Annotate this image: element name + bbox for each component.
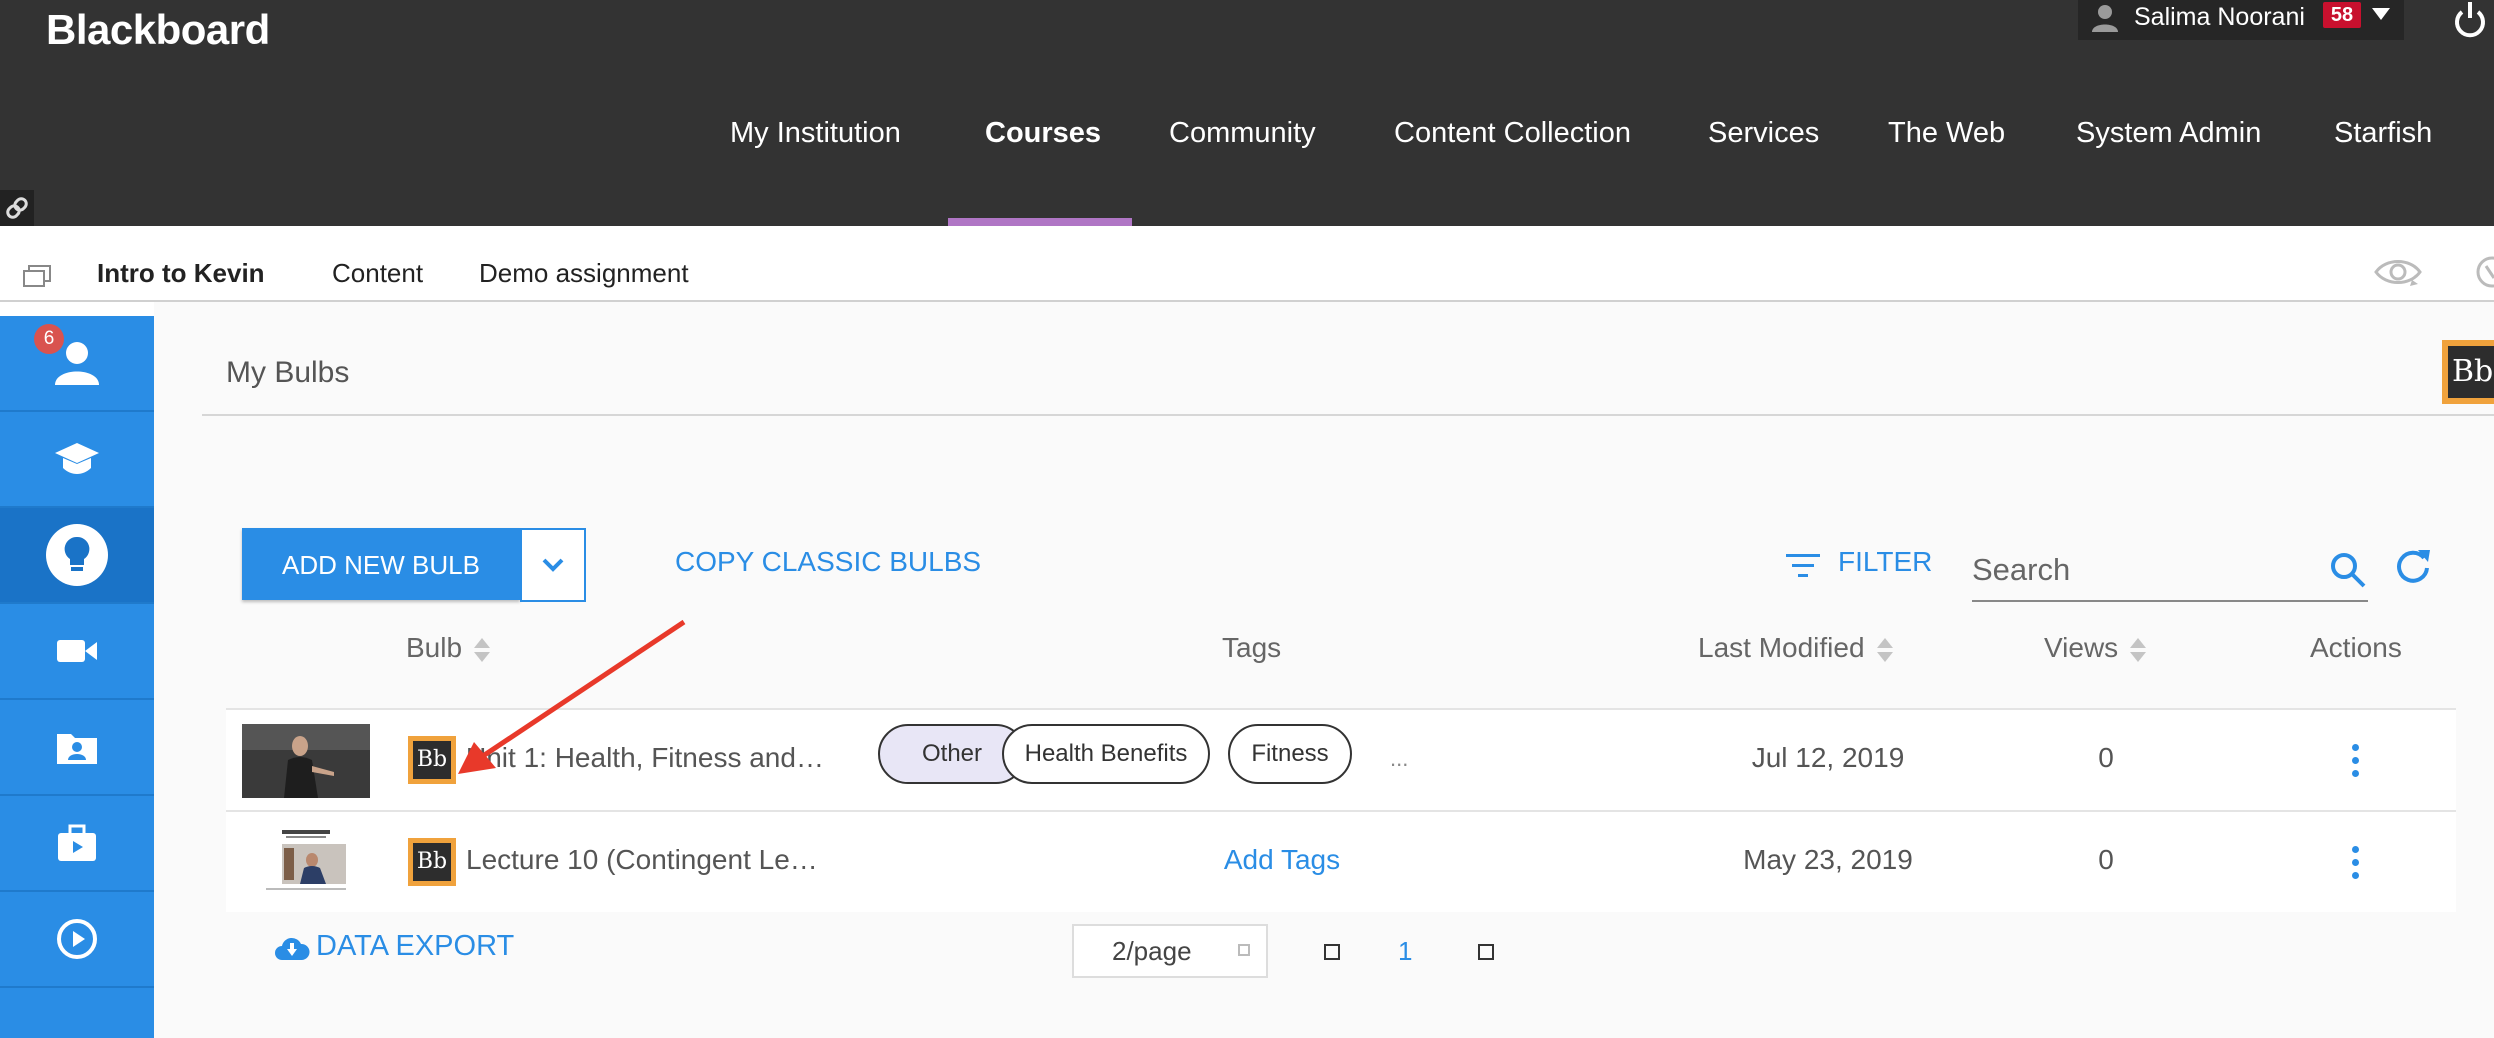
- page-size-value: 2/page: [1112, 936, 1192, 966]
- tag-chip-fitness[interactable]: Fitness: [1228, 724, 1352, 784]
- chevron-down-icon: [542, 558, 564, 572]
- bulb-thumbnail[interactable]: [242, 724, 370, 798]
- next-page-button[interactable]: [1478, 944, 1494, 960]
- table-row[interactable]: Bb Lecture 10 (Contingent Le… Add Tags M…: [226, 810, 2456, 912]
- nav-community[interactable]: Community: [1169, 108, 1316, 158]
- course-menu-toggle-icon[interactable]: [22, 264, 52, 288]
- breadcrumb-demo-assignment[interactable]: Demo assignment: [479, 258, 689, 289]
- sidebar-item-courses[interactable]: [0, 412, 154, 508]
- column-header-views[interactable]: Views: [2044, 632, 2147, 664]
- last-modified-date: May 23, 2019: [1743, 844, 1913, 875]
- nav-system-admin[interactable]: System Admin: [2076, 108, 2261, 158]
- more-tags[interactable]: ...: [1390, 746, 1408, 772]
- sidebar-item-play[interactable]: [0, 892, 154, 988]
- user-avatar-icon: [2092, 5, 2118, 32]
- power-icon[interactable]: [2450, 0, 2490, 40]
- add-bulb-dropdown-button[interactable]: [520, 528, 586, 602]
- add-new-bulb-button[interactable]: ADD NEW BULB: [242, 528, 520, 600]
- cloud-download-icon[interactable]: [274, 936, 310, 962]
- video-camera-icon: [57, 640, 97, 662]
- link-icon[interactable]: [0, 190, 34, 226]
- copy-classic-bulbs-link[interactable]: COPY CLASSIC BULBS: [675, 546, 981, 578]
- divider: [202, 414, 2494, 416]
- bulb-title-link[interactable]: Lecture 10 (Contingent Le…: [466, 844, 818, 876]
- filter-button[interactable]: FILTER: [1838, 546, 1932, 578]
- page-number[interactable]: 1: [1398, 936, 1412, 967]
- sidebar-item-profile[interactable]: [0, 316, 154, 412]
- play-circle-icon: [57, 919, 97, 959]
- sort-icon: [1876, 637, 1893, 663]
- bulb-thumbnail[interactable]: [242, 826, 370, 900]
- tools-sidebar: [0, 316, 154, 1038]
- column-header-actions: Actions: [2310, 632, 2402, 663]
- nav-my-institution[interactable]: My Institution: [730, 108, 901, 158]
- nav-the-web[interactable]: The Web: [1888, 108, 2005, 158]
- blackboard-logo[interactable]: Blackboard: [46, 6, 270, 54]
- nav-courses[interactable]: Courses: [985, 108, 1101, 158]
- more-actions-icon[interactable]: [2352, 744, 2360, 778]
- views-count: 0: [2098, 742, 2114, 773]
- more-actions-icon[interactable]: [2352, 846, 2360, 880]
- sidebar-item-briefcase[interactable]: [0, 796, 154, 892]
- active-tab-indicator: [948, 218, 1132, 226]
- column-header-last-modified[interactable]: Last Modified: [1698, 632, 1893, 664]
- graduation-cap-icon: [55, 443, 99, 474]
- sidebar-item-folder[interactable]: [0, 700, 154, 796]
- annotation-arrow-icon: [458, 619, 686, 774]
- tag-chip-health-benefits[interactable]: Health Benefits: [1002, 724, 1210, 784]
- column-header-tags: Tags: [1222, 632, 1282, 663]
- nav-content-collection[interactable]: Content Collection: [1394, 108, 1631, 158]
- blackboard-bb-icon: Bb: [408, 838, 456, 886]
- bb-logo-text: Bb: [2448, 346, 2494, 398]
- sort-icon: [2130, 637, 2147, 663]
- sidebar-item-bulbs[interactable]: [0, 508, 154, 604]
- views-count: 0: [2098, 844, 2114, 875]
- filter-icon[interactable]: [1786, 552, 1820, 580]
- nav-starfish[interactable]: Starfish: [2334, 108, 2432, 158]
- page-title: My Bulbs: [226, 356, 350, 389]
- notification-badge: 6: [34, 324, 64, 354]
- user-name[interactable]: Salima Noorani: [2134, 0, 2305, 34]
- student-preview-icon[interactable]: [2372, 254, 2424, 290]
- close-icon[interactable]: [2474, 254, 2494, 290]
- briefcase-icon: [58, 824, 96, 861]
- breadcrumb-content[interactable]: Content: [332, 258, 423, 289]
- nav-services[interactable]: Services: [1708, 108, 1819, 158]
- bb-logo-text: Bb: [413, 843, 451, 881]
- lightbulb-icon: [46, 524, 108, 586]
- notification-badge[interactable]: 58: [2323, 2, 2361, 28]
- data-export-button[interactable]: DATA EXPORT: [316, 930, 514, 963]
- sidebar-item-video[interactable]: [0, 604, 154, 700]
- search-icon[interactable]: [2328, 550, 2368, 590]
- previous-page-button[interactable]: [1324, 944, 1340, 960]
- select-arrow-icon: [1238, 944, 1250, 956]
- last-modified-date: Jul 12, 2019: [1751, 742, 1905, 773]
- folder-user-icon: [57, 734, 97, 764]
- course-title[interactable]: Intro to Kevin: [97, 258, 265, 289]
- chevron-down-icon[interactable]: [2372, 8, 2390, 20]
- refresh-icon[interactable]: [2394, 546, 2432, 584]
- add-tags-link[interactable]: Add Tags: [1192, 844, 1372, 876]
- search-input[interactable]: [1972, 540, 2368, 602]
